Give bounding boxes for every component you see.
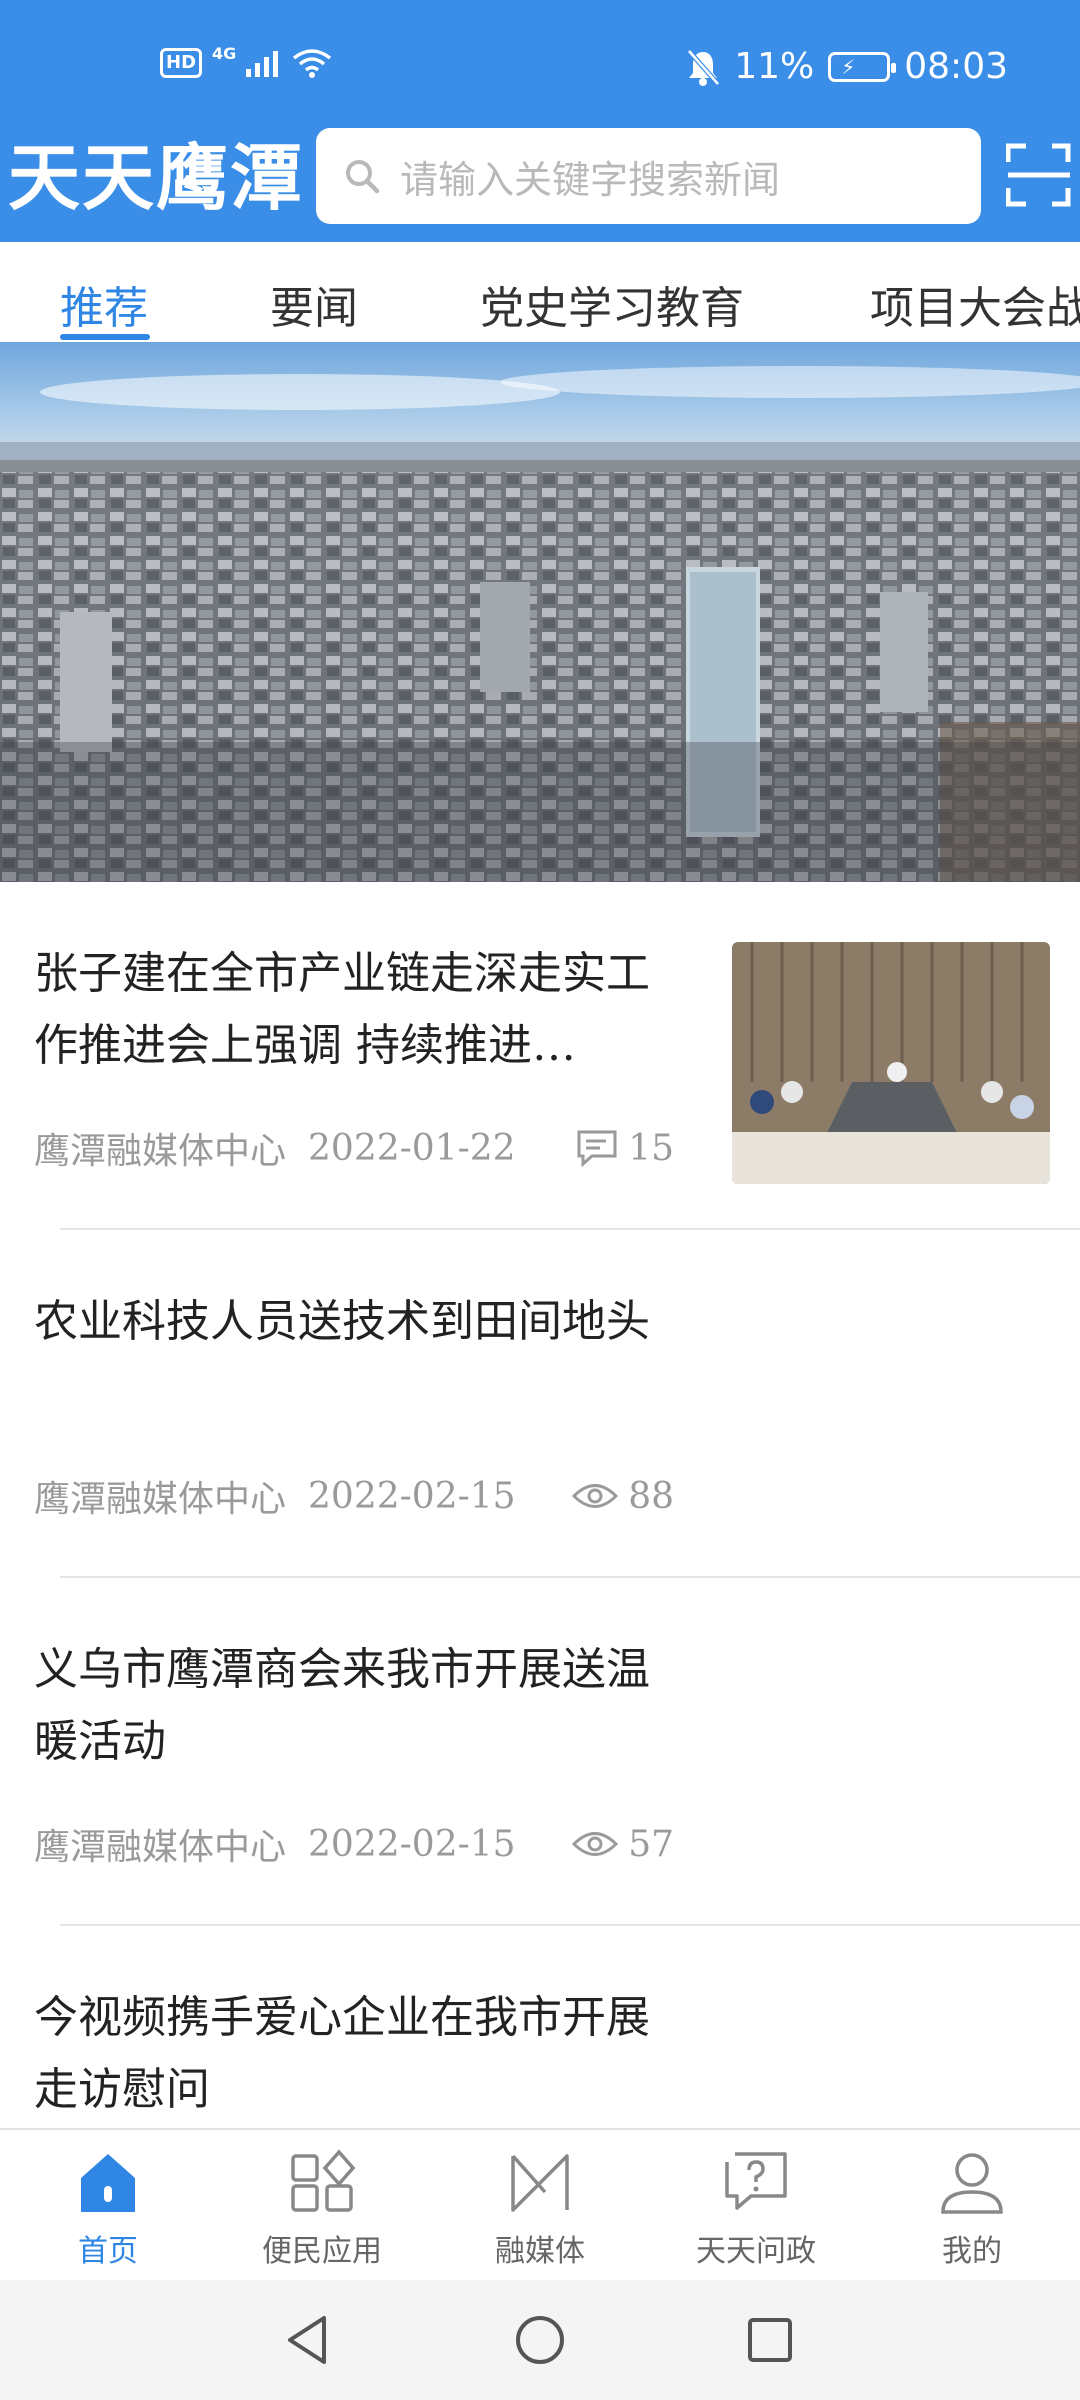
news-item[interactable]: 义乌市鹰潭商会来我市开展送温暖活动 鹰潭融媒体中心 2022-02-15 57 <box>0 1578 1080 1926</box>
status-bar: HD 4G 11% ⚡ 08:03 <box>0 0 1080 128</box>
news-title: 张子建在全市产业链走深走实工作推进会上强调 持续推进… <box>34 948 650 1071</box>
battery-percent: 11% <box>734 46 815 87</box>
network-type: 4G <box>212 43 237 63</box>
battery-icon: ⚡ <box>828 51 897 82</box>
scan-icon[interactable] <box>1006 142 1072 208</box>
apps-icon <box>291 2149 356 2212</box>
news-date: 2022-02-15 <box>308 1475 516 1517</box>
nav-politics-qa[interactable]: 天天问政 <box>666 2148 846 2270</box>
wifi-icon <box>293 49 332 78</box>
news-meta: 鹰潭融媒体中心 2022-01-22 15 <box>34 1122 674 1174</box>
city-skyline-image <box>0 342 1080 882</box>
search-input[interactable]: 请输入关键字搜索新闻 <box>316 128 981 224</box>
bottom-navigation: 首页 便民应用 融媒体 天天问政 我的 <box>0 2128 1080 2280</box>
nav-label: 便民应用 <box>262 2234 382 2269</box>
home-icon <box>81 2154 135 2212</box>
question-icon <box>725 2152 787 2210</box>
news-meta: 鹰潭融媒体中心 2022-02-15 88 <box>34 1470 674 1522</box>
recents-icon[interactable] <box>738 2308 802 2372</box>
user-icon <box>941 2153 1003 2214</box>
comment-icon <box>577 1130 617 1167</box>
tab-headlines[interactable]: 要闻 <box>270 272 358 336</box>
news-source: 鹰潭融媒体中心 <box>34 1131 287 1172</box>
search-placeholder: 请输入关键字搜索新闻 <box>400 157 781 202</box>
search-icon <box>346 160 380 194</box>
status-right: 11% ⚡ 08:03 <box>686 46 1008 87</box>
eye-icon <box>572 1484 619 1508</box>
hd-badge: HD <box>160 48 203 78</box>
nav-apps[interactable]: 便民应用 <box>232 2148 412 2270</box>
news-date: 2022-01-22 <box>308 1127 516 1169</box>
home-circle-icon[interactable] <box>508 2308 572 2372</box>
news-item[interactable]: 张子建在全市产业链走深走实工作推进会上强调 持续推进… 鹰潭融媒体中心 2022… <box>0 882 1080 1230</box>
news-date: 2022-02-15 <box>308 1823 516 1865</box>
news-source: 鹰潭融媒体中心 <box>34 1479 287 1520</box>
nav-home[interactable]: 首页 <box>18 2148 198 2270</box>
tab-project-campaign[interactable]: 项目大会战 <box>870 272 1080 336</box>
active-tab-indicator <box>60 334 150 340</box>
news-thumbnail[interactable] <box>732 942 1050 1184</box>
nav-label: 首页 <box>78 2234 138 2269</box>
tab-recommend[interactable]: 推荐 <box>60 272 148 336</box>
comment-count: 15 <box>628 1127 674 1169</box>
header-background: HD 4G 11% ⚡ 08:03 天天鹰潭 请输入关键字搜索新闻 <box>0 0 1080 242</box>
news-stat: 15 <box>576 1128 674 1169</box>
news-item[interactable]: 农业科技人员送技术到田间地头 鹰潭融媒体中心 2022-02-15 88 <box>0 1230 1080 1578</box>
system-navigation-bar <box>0 2280 1080 2400</box>
news-meta: 鹰潭融媒体中心 2022-02-15 57 <box>34 1818 674 1870</box>
nav-label: 天天问政 <box>696 2234 816 2269</box>
news-stat: 88 <box>572 1476 674 1517</box>
media-icon <box>511 2154 569 2212</box>
news-title: 今视频携手爱心企业在我市开展走访慰问 <box>34 1992 650 2115</box>
clock: 08:03 <box>904 46 1008 87</box>
nav-label: 融媒体 <box>495 2234 585 2269</box>
nav-profile[interactable]: 我的 <box>882 2148 1062 2270</box>
tab-party-history[interactable]: 党史学习教育 <box>480 272 744 336</box>
app-bar: 天天鹰潭 请输入关键字搜索新闻 <box>0 128 1080 242</box>
news-stat: 57 <box>572 1824 674 1865</box>
banner-image[interactable] <box>0 342 1080 882</box>
mute-bell-icon <box>687 48 721 86</box>
view-count: 88 <box>628 1475 674 1517</box>
news-title: 义乌市鹰潭商会来我市开展送温暖活动 <box>34 1644 650 1767</box>
category-tabs: 推荐 要闻 党史学习教育 项目大会战 <box>0 242 1080 342</box>
signal-icon <box>246 51 279 77</box>
news-item[interactable]: 今视频携手爱心企业在我市开展走访慰问 <box>0 1926 1080 2128</box>
nav-media[interactable]: 融媒体 <box>450 2148 630 2270</box>
news-source: 鹰潭融媒体中心 <box>34 1827 287 1868</box>
nav-label: 我的 <box>942 2234 1002 2269</box>
back-icon[interactable] <box>276 2308 340 2372</box>
app-title: 天天鹰潭 <box>8 136 305 220</box>
status-left: HD 4G <box>160 44 332 78</box>
news-title: 农业科技人员送技术到田间地头 <box>34 1296 650 1347</box>
news-list: 张子建在全市产业链走深走实工作推进会上强调 持续推进… 鹰潭融媒体中心 2022… <box>0 882 1080 2128</box>
meeting-photo <box>732 942 1050 1184</box>
view-count: 57 <box>628 1823 674 1865</box>
eye-icon <box>572 1832 619 1856</box>
